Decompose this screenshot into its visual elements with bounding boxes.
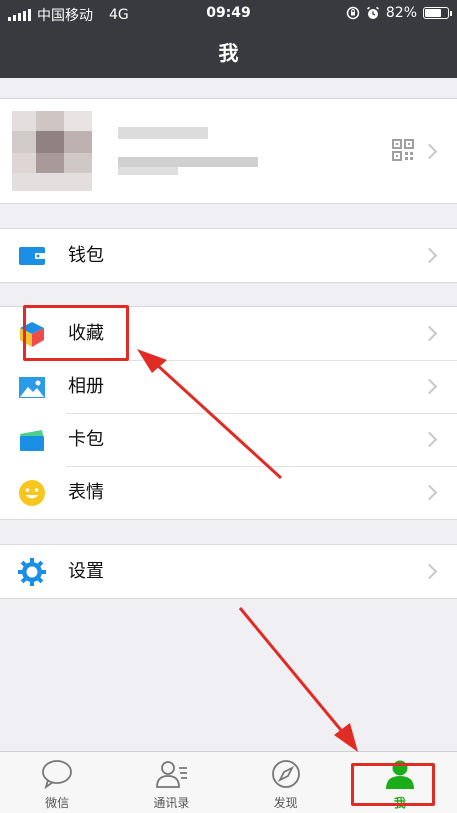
tab-label: 通讯录 xyxy=(153,796,190,810)
menu-item-album[interactable]: 相册 xyxy=(0,360,457,413)
gear-icon xyxy=(18,558,46,586)
battery-percent: 82% xyxy=(385,5,417,21)
battery-fill xyxy=(425,9,441,17)
menu-item-label: 钱包 xyxy=(68,245,104,266)
status-bar: 中国移动 4G 09:49 82% xyxy=(0,0,457,28)
page-title: 我 xyxy=(0,28,457,78)
chat-bubble-icon xyxy=(42,760,73,789)
highlight-box-favorites xyxy=(23,305,129,361)
menu-item-card-wallet[interactable]: 卡包 xyxy=(0,413,457,466)
avatar xyxy=(12,111,92,191)
tab-label: 微信 xyxy=(45,796,70,810)
menu-item-settings[interactable]: 设置 xyxy=(0,545,457,598)
profile-name-blurred xyxy=(118,127,208,139)
profile-card[interactable] xyxy=(0,98,457,204)
battery-icon xyxy=(423,7,452,19)
menu-item-label: 卡包 xyxy=(68,429,104,450)
status-right: 82% xyxy=(346,5,452,21)
highlight-box-me-tab xyxy=(351,763,435,806)
profile-id-blurred-2 xyxy=(118,167,178,175)
chevron-right-icon xyxy=(421,378,438,395)
smiley-icon xyxy=(19,480,45,506)
compass-icon xyxy=(271,760,300,788)
chevron-right-icon xyxy=(421,325,438,342)
qr-code-icon[interactable] xyxy=(392,139,414,161)
profile-id-blurred xyxy=(118,157,258,167)
contacts-icon xyxy=(156,761,188,788)
tab-label: 发现 xyxy=(273,796,298,810)
menu-item-stickers[interactable]: 表情 xyxy=(0,466,457,519)
menu-item-label: 表情 xyxy=(68,482,104,503)
orientation-lock-icon xyxy=(346,6,360,20)
tab-chats[interactable]: 微信 xyxy=(0,752,114,813)
chevron-right-icon xyxy=(421,484,438,501)
alarm-icon xyxy=(366,6,379,19)
menu-item-wallet[interactable]: 钱包 xyxy=(0,229,457,282)
card-wallet-icon xyxy=(20,430,44,451)
wallet-group: 钱包 xyxy=(0,228,457,283)
album-icon xyxy=(19,377,45,398)
chevron-right-icon xyxy=(421,143,438,160)
menu-item-label: 设置 xyxy=(68,561,104,582)
wallet-icon xyxy=(19,247,45,265)
menu-item-label: 相册 xyxy=(68,376,104,397)
chevron-right-icon xyxy=(421,247,438,264)
chevron-right-icon xyxy=(421,431,438,448)
settings-group: 设置 xyxy=(0,544,457,599)
chevron-right-icon xyxy=(421,563,438,580)
arrow-to-me-tab xyxy=(238,607,358,752)
tab-contacts[interactable]: 通讯录 xyxy=(114,752,228,813)
tab-discover[interactable]: 发现 xyxy=(229,752,343,813)
